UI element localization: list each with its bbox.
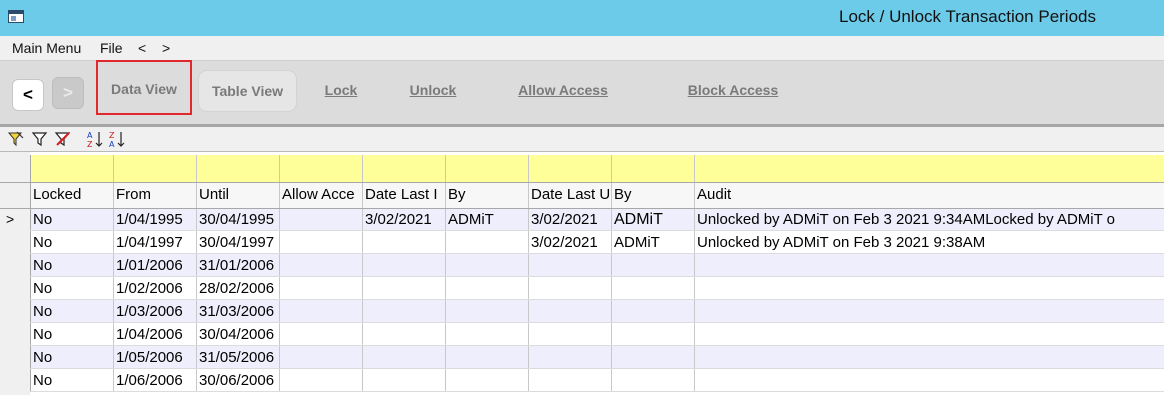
allow-access-button[interactable]: Allow Access: [514, 70, 612, 112]
table-cell[interactable]: 30/04/1995: [196, 211, 279, 228]
column-header[interactable]: Date Last U: [528, 186, 611, 203]
table-cell[interactable]: No: [30, 326, 113, 343]
menu-bar: Main Menu File < >: [0, 36, 1164, 60]
table-cell[interactable]: 3/02/2021: [528, 211, 611, 228]
table-cell[interactable]: No: [30, 349, 113, 366]
table-cell[interactable]: 28/02/2006: [196, 280, 279, 297]
grid-line-horizontal: [30, 345, 1164, 346]
filter-icon[interactable]: [31, 130, 49, 148]
table-cell[interactable]: 1/04/1995: [113, 211, 196, 228]
table-cell[interactable]: Unlocked by ADMiT on Feb 3 2021 9:34AMLo…: [694, 211, 1164, 228]
column-header[interactable]: From: [113, 186, 196, 203]
grid-line-horizontal: [30, 299, 1164, 300]
table-cell[interactable]: 1/06/2006: [113, 372, 196, 389]
sort-ascending-icon[interactable]: AZ: [86, 130, 104, 149]
column-header[interactable]: Allow Acce: [279, 186, 362, 203]
unlock-button[interactable]: Unlock: [404, 70, 462, 112]
table-cell[interactable]: ADMiT: [445, 211, 528, 228]
svg-text:Z: Z: [87, 140, 93, 148]
table-cell[interactable]: 3/02/2021: [528, 234, 611, 251]
filter-bar: AZ ZA: [0, 127, 1164, 151]
back-button[interactable]: <: [12, 79, 44, 111]
table-view-button[interactable]: Table View: [198, 70, 297, 112]
filter-cell[interactable]: [31, 155, 113, 182]
table-cell[interactable]: 1/03/2006: [113, 303, 196, 320]
table-cell[interactable]: 1/02/2006: [113, 280, 196, 297]
filter-cell[interactable]: [612, 155, 694, 182]
grid-line-horizontal: [30, 368, 1164, 369]
table-cell[interactable]: No: [30, 211, 113, 228]
table-cell[interactable]: No: [30, 257, 113, 274]
table-cell[interactable]: 1/04/2006: [113, 326, 196, 343]
table-cell[interactable]: No: [30, 303, 113, 320]
table-cell[interactable]: 31/01/2006: [196, 257, 279, 274]
app-window-icon[interactable]: [8, 10, 24, 23]
table-cell[interactable]: 1/04/1997: [113, 234, 196, 251]
table-cell[interactable]: ADMiT: [611, 211, 694, 229]
grid-line-horizontal: [30, 253, 1164, 254]
table-cell[interactable]: 1/05/2006: [113, 349, 196, 366]
filter-cell[interactable]: [197, 155, 279, 182]
filter-apply-icon[interactable]: [7, 130, 25, 148]
table-cell[interactable]: 30/04/2006: [196, 326, 279, 343]
grid-line-horizontal: [0, 208, 1164, 209]
forward-button[interactable]: >: [52, 77, 84, 109]
sort-descending-icon[interactable]: ZA: [108, 130, 126, 149]
menu-file[interactable]: File: [100, 40, 123, 56]
block-access-button[interactable]: Block Access: [682, 70, 784, 112]
column-header[interactable]: Until: [196, 186, 279, 203]
lock-button[interactable]: Lock: [318, 70, 364, 112]
column-header[interactable]: Locked: [30, 186, 113, 203]
filter-cell[interactable]: [114, 155, 196, 182]
column-header[interactable]: Audit: [694, 186, 1164, 203]
table-cell[interactable]: No: [30, 280, 113, 297]
filter-clear-icon[interactable]: [54, 130, 72, 148]
grid-line-horizontal: [30, 230, 1164, 231]
column-header[interactable]: Date Last I: [362, 186, 445, 203]
table-cell[interactable]: 30/06/2006: [196, 372, 279, 389]
table-cell[interactable]: 3/02/2021: [362, 211, 445, 228]
grid-line-horizontal: [30, 322, 1164, 323]
current-row-indicator: >: [6, 211, 15, 227]
table-cell[interactable]: 30/04/1997: [196, 234, 279, 251]
window-title: Lock / Unlock Transaction Periods: [838, 7, 1096, 26]
table-cell[interactable]: No: [30, 234, 113, 251]
toolbar: < > Data View Table View Lock Unlock All…: [0, 60, 1164, 124]
column-header[interactable]: By: [445, 186, 528, 203]
table-cell[interactable]: 31/03/2006: [196, 303, 279, 320]
menu-forward[interactable]: >: [162, 40, 170, 56]
filter-cell[interactable]: [446, 155, 528, 182]
periods-table: Locked From Until Allow Acce Date Last I By Da…: [0, 151, 1164, 395]
table-cell[interactable]: No: [30, 372, 113, 389]
filter-cell[interactable]: [529, 155, 611, 182]
grid-line-horizontal: [0, 182, 1164, 183]
svg-text:A: A: [87, 131, 93, 140]
header-corner: [0, 182, 30, 208]
column-header[interactable]: By: [611, 186, 694, 203]
filter-cell[interactable]: [280, 155, 362, 182]
svg-text:Z: Z: [109, 131, 115, 140]
data-view-button[interactable]: Data View: [96, 60, 192, 115]
table-cell[interactable]: ADMiT: [611, 234, 694, 251]
table-cell[interactable]: 31/05/2006: [196, 349, 279, 366]
table-cell[interactable]: 1/01/2006: [113, 257, 196, 274]
grid-line-horizontal: [30, 276, 1164, 277]
title-bar: Lock / Unlock Transaction Periods: [0, 0, 1164, 36]
svg-text:A: A: [109, 140, 115, 148]
menu-main-menu[interactable]: Main Menu: [12, 40, 81, 56]
filter-cell[interactable]: [695, 155, 1164, 182]
filter-cell[interactable]: [363, 155, 445, 182]
menu-back[interactable]: <: [138, 40, 146, 56]
table-cell[interactable]: Unlocked by ADMiT on Feb 3 2021 9:38AM: [694, 234, 1164, 251]
grid-line-horizontal: [30, 391, 1164, 392]
